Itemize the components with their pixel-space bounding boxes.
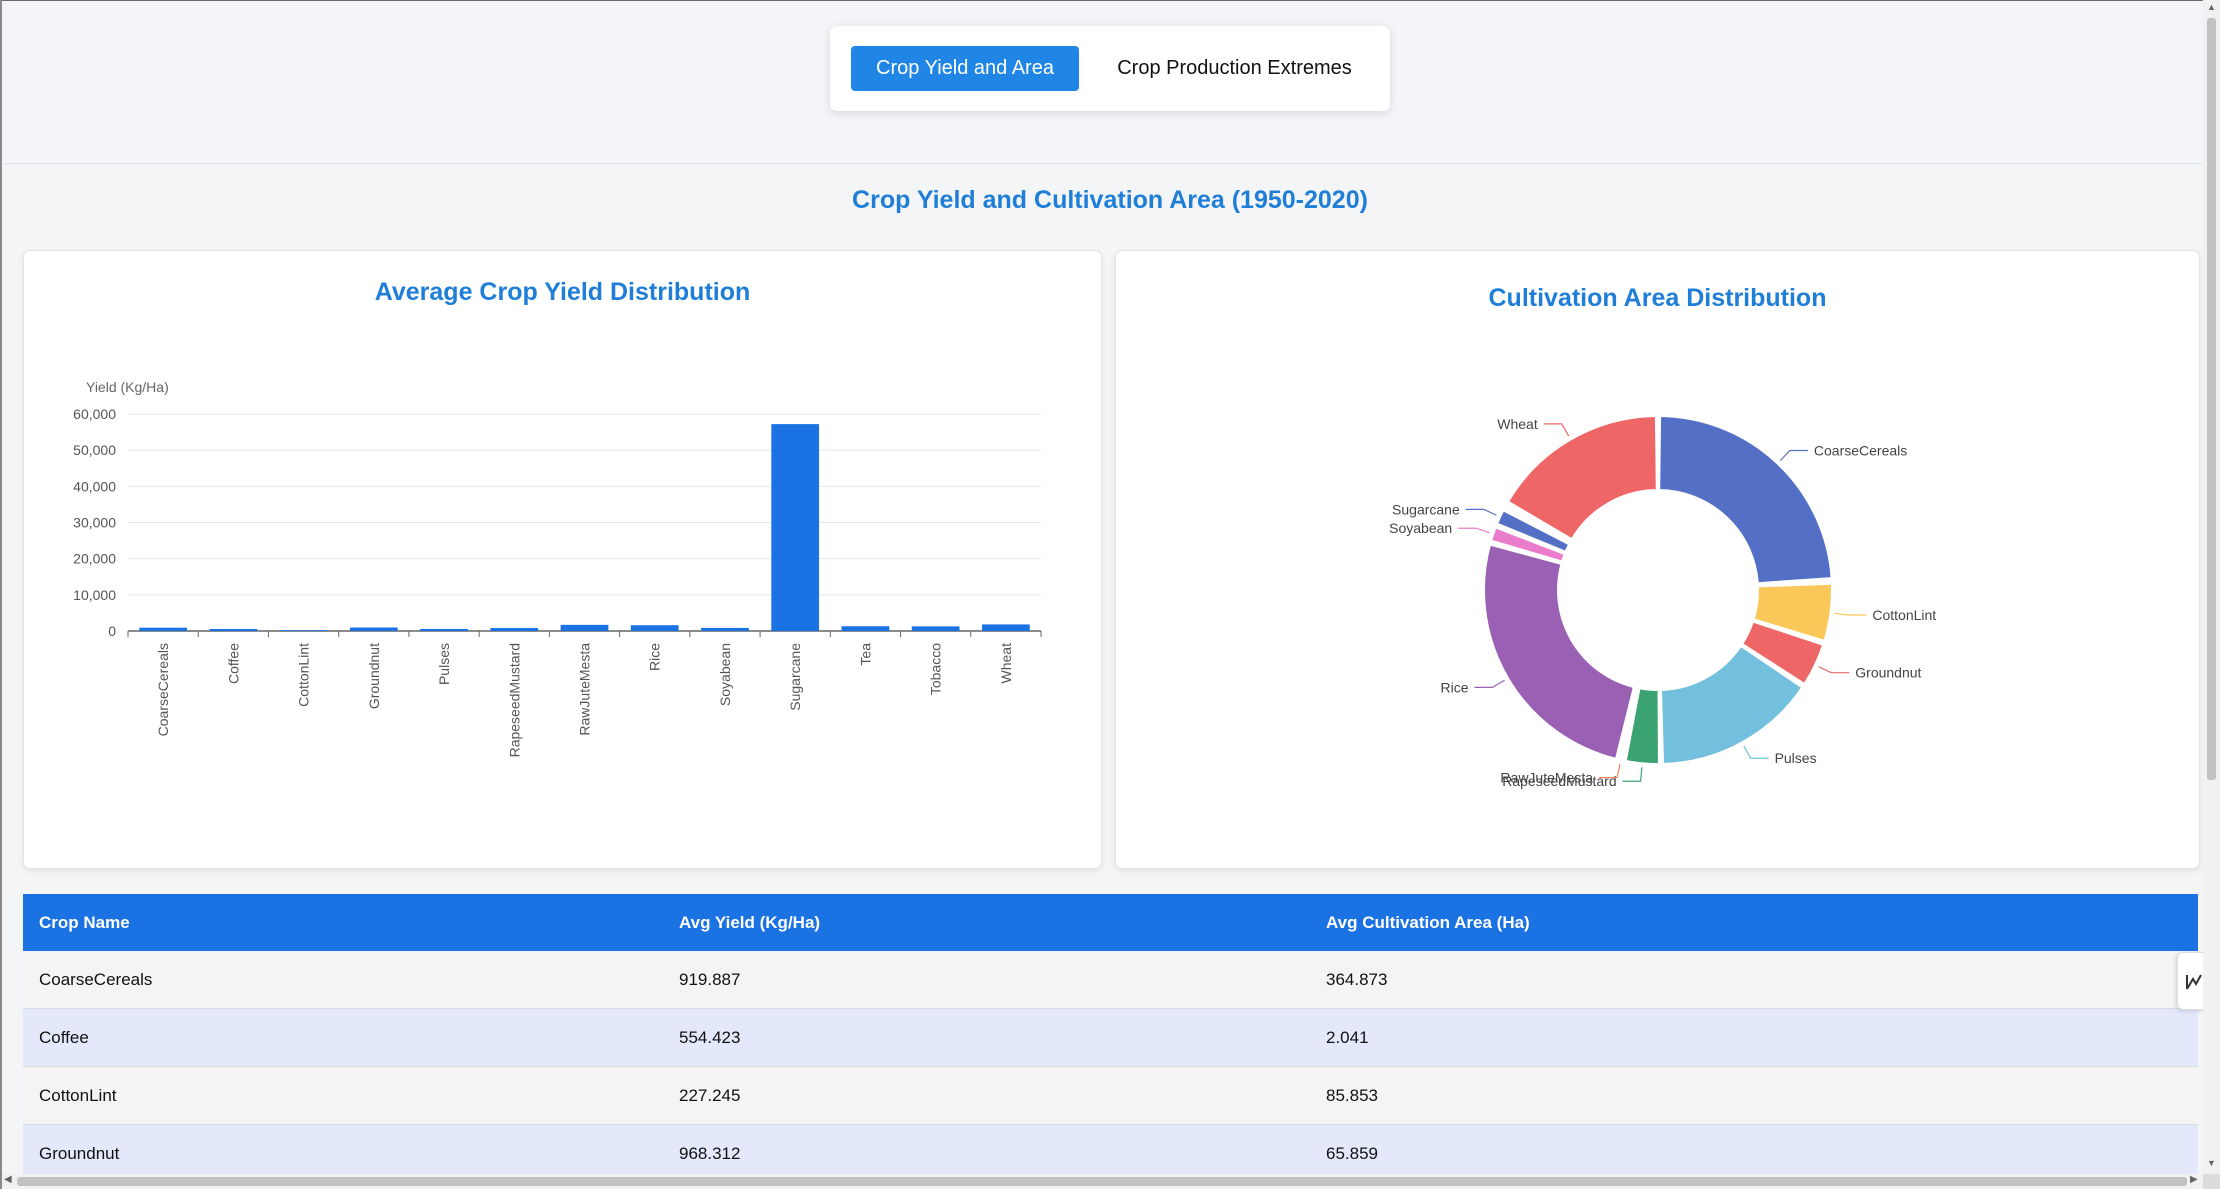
pie-chart: CoarseCereals CottonLint Groundnut Pulses Ra… (1389, 415, 1936, 789)
x-tick-label: Rice (647, 643, 663, 671)
tab-crop-production-extremes[interactable]: Crop Production Extremes (1092, 46, 1377, 91)
pie-slice (1658, 415, 1833, 585)
crop-table: Crop Name Avg Yield (Kg/Ha) Avg Cultivat… (23, 894, 2198, 1183)
page-title: Crop Yield and Cultivation Area (1950-20… (852, 186, 1368, 214)
bar (279, 630, 328, 631)
leader-line (1458, 527, 1490, 534)
bar (420, 628, 468, 631)
bar (560, 624, 609, 631)
tab-crop-yield-and-area[interactable]: Crop Yield and Area (851, 46, 1079, 91)
scroll-left-arrow-icon[interactable]: ◀ (4, 1174, 12, 1185)
x-tick-label: Coffee (225, 643, 241, 684)
pie-slice (1507, 415, 1658, 541)
pie-label: Pulses (1775, 750, 1817, 766)
leader-line (1834, 612, 1867, 616)
table-header: Crop Name Avg Yield (Kg/Ha) Avg Cultivat… (23, 894, 2198, 951)
bar-chart: Yield (Kg/Ha) 0 10,000 20,000 30,000 40,000 50… (73, 379, 1042, 757)
pie-label: CottonLint (1872, 607, 1936, 623)
header-crop-name[interactable]: Crop Name (39, 894, 130, 951)
pie-chart-panel: Cultivation Area Distribution CoarseCere… (1115, 250, 2200, 869)
table-row: CoarseCereals 919.887 364.873 (23, 951, 2198, 1009)
x-tick-label: RawJuteMesta (577, 643, 593, 736)
cell-avg-area: 364.873 (1326, 970, 1388, 989)
cell-avg-area: 85.853 (1326, 1086, 1378, 1105)
leader-line (1818, 666, 1850, 674)
window-top-border (0, 0, 2220, 1)
y-axis-label: Yield (Kg/Ha) (86, 379, 169, 395)
x-tick-label: CoarseCereals (155, 643, 171, 736)
x-tick-label: RapeseedMustard (506, 643, 522, 757)
bar (630, 625, 679, 631)
leader-line (1743, 745, 1769, 759)
x-tick-label: CottonLint (296, 643, 312, 707)
pie-label: Rice (1440, 679, 1468, 695)
bar (349, 627, 398, 631)
x-tick-label: Groundnut (366, 643, 382, 709)
window-left-border (0, 0, 2, 1189)
y-tick-label: 50,000 (73, 442, 116, 458)
leader-line (1622, 767, 1643, 782)
y-tick-label: 60,000 (73, 406, 116, 422)
cell-crop-name: CottonLint (39, 1086, 117, 1105)
leader-line (1543, 423, 1570, 437)
pie-label: CoarseCereals (1814, 442, 1907, 458)
bar (139, 627, 187, 631)
y-tick-label: 20,000 (73, 551, 116, 567)
table-row: CottonLint 227.245 85.853 (23, 1067, 2198, 1125)
header-avg-area[interactable]: Avg Cultivation Area (Ha) (1326, 894, 1530, 951)
cell-avg-yield: 919.887 (679, 970, 741, 989)
pie-label: Sugarcane (1392, 501, 1460, 517)
table-row: Coffee 554.423 2.041 (23, 1009, 2198, 1067)
pie-label: Soyabean (1389, 520, 1452, 536)
bar (209, 628, 258, 631)
leader-line (1465, 508, 1497, 516)
vertical-scrollbar-thumb[interactable] (2207, 18, 2216, 780)
x-tick-label: Soyabean (717, 643, 733, 706)
x-tick-label: Tea (857, 643, 873, 666)
cell-crop-name: Coffee (39, 1028, 89, 1047)
header-avg-yield[interactable]: Avg Yield (Kg/Ha) (679, 894, 820, 951)
y-tick-label: 10,000 (73, 587, 116, 603)
x-tick-label: Pulses (436, 643, 452, 685)
scroll-down-arrow-icon[interactable]: ▼ (2205, 1158, 2218, 1171)
scrollbar-corner (2203, 1174, 2220, 1189)
x-tick-label: Sugarcane (787, 643, 803, 711)
cell-avg-area: 2.041 (1326, 1028, 1369, 1047)
tab-bar: Crop Yield and Area Crop Production Extr… (830, 26, 1390, 111)
leader-line (1779, 449, 1808, 462)
y-tick-label: 0 (108, 623, 116, 639)
cell-avg-yield: 227.245 (679, 1086, 741, 1105)
horizontal-scrollbar-thumb[interactable] (17, 1177, 2187, 1186)
cell-crop-name: CoarseCereals (39, 970, 153, 989)
bar (490, 628, 539, 631)
x-tick-label: Tobacco (928, 643, 944, 695)
pie-label: Wheat (1497, 416, 1538, 432)
y-tick-label: 40,000 (73, 478, 116, 494)
bar-chart-panel: Average Crop Yield Distribution Yield (K… (23, 250, 1102, 869)
bar (771, 424, 820, 631)
bar (701, 627, 749, 631)
bar (841, 626, 890, 631)
cell-avg-yield: 554.423 (679, 1028, 741, 1047)
scroll-up-arrow-icon[interactable]: ▲ (2205, 2, 2218, 15)
scroll-right-arrow-icon[interactable]: ▶ (2190, 1174, 2198, 1185)
chart-line-icon (2186, 974, 2202, 990)
bar (982, 624, 1030, 631)
pie-label: Groundnut (1855, 665, 1921, 681)
bar (911, 626, 960, 631)
pie-slice (1483, 543, 1635, 760)
y-tick-label: 30,000 (73, 515, 116, 531)
pie-label: RawJuteMesta (1500, 770, 1593, 786)
leader-line (1474, 679, 1505, 688)
side-toolbox-button[interactable] (2177, 952, 2204, 1010)
x-tick-label: Wheat (998, 643, 1014, 684)
